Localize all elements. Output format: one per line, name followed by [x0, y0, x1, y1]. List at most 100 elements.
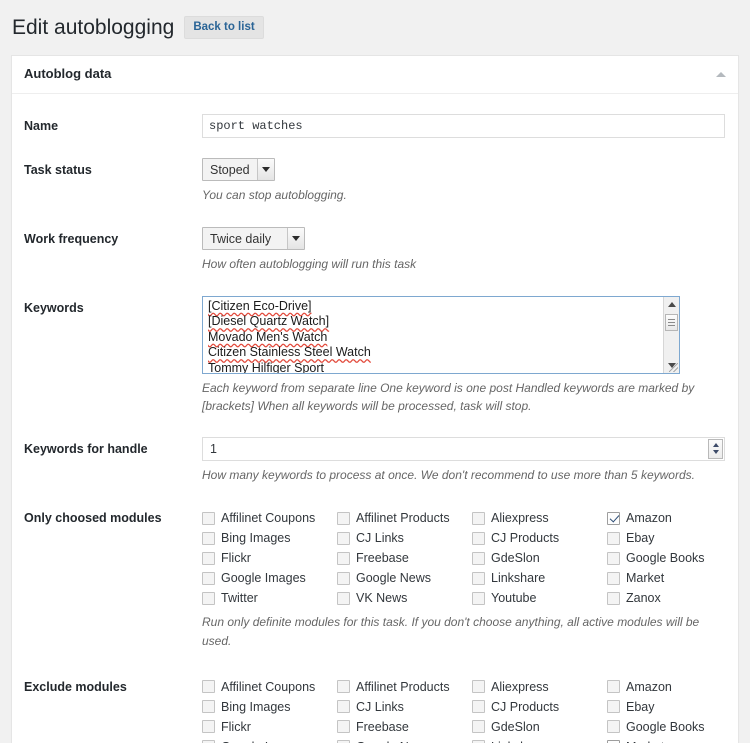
- label-task-status: Task status: [24, 163, 92, 178]
- checkbox-icon[interactable]: [472, 511, 485, 525]
- module-only-cj-products[interactable]: CJ Products: [472, 528, 607, 548]
- checkbox-icon[interactable]: [607, 571, 620, 585]
- module-label: Ebay: [626, 531, 655, 546]
- checkbox-icon[interactable]: [202, 531, 215, 545]
- checkbox-icon[interactable]: [202, 591, 215, 605]
- checkbox-icon[interactable]: [607, 700, 620, 714]
- module-exclude-cj-links[interactable]: CJ Links: [337, 697, 472, 717]
- checkbox-icon[interactable]: [337, 700, 350, 714]
- chevron-up-icon[interactable]: [712, 65, 730, 83]
- keywords-for-handle-input[interactable]: 1: [202, 436, 725, 461]
- checkbox-icon[interactable]: [607, 720, 620, 734]
- checkbox-icon[interactable]: [337, 571, 350, 585]
- checkbox-icon[interactable]: [202, 680, 215, 694]
- checkbox-icon[interactable]: [202, 511, 215, 525]
- module-only-google-books[interactable]: Google Books: [607, 548, 742, 568]
- module-only-flickr[interactable]: Flickr: [202, 548, 337, 568]
- checkbox-icon[interactable]: [472, 700, 485, 714]
- checkbox-icon[interactable]: [472, 551, 485, 565]
- checkbox-icon[interactable]: [607, 591, 620, 605]
- checkbox-icon[interactable]: [202, 551, 215, 565]
- module-only-zanox[interactable]: Zanox: [607, 588, 742, 608]
- number-stepper[interactable]: [708, 438, 723, 459]
- module-label: Twitter: [221, 591, 258, 606]
- module-label: CJ Products: [491, 531, 560, 546]
- checkbox-icon[interactable]: [472, 680, 485, 694]
- module-exclude-ebay[interactable]: Ebay: [607, 697, 742, 717]
- keywords-scrollbar[interactable]: [663, 296, 679, 373]
- work-frequency-select[interactable]: Twice daily: [202, 227, 305, 251]
- checkbox-icon[interactable]: [202, 571, 215, 585]
- keyword-line: [Citizen Eco-Drive]: [208, 298, 312, 313]
- back-to-list-button[interactable]: Back to list: [184, 15, 264, 40]
- name-input[interactable]: [202, 114, 725, 139]
- keywords-textarea[interactable]: [Citizen Eco-Drive] [Diesel Quartz Watch]…: [202, 295, 680, 374]
- module-only-vk-news[interactable]: VK News: [337, 588, 472, 608]
- resize-grip-icon[interactable]: [669, 362, 678, 372]
- panel-header[interactable]: Autoblog data: [12, 56, 738, 95]
- module-only-youtube[interactable]: Youtube: [472, 588, 607, 608]
- module-exclude-gdeslon[interactable]: GdeSlon: [472, 717, 607, 737]
- module-exclude-google-images[interactable]: Google Images: [202, 737, 337, 743]
- checkbox-icon[interactable]: [337, 720, 350, 734]
- module-only-affilinet-coupons[interactable]: Affilinet Coupons: [202, 508, 337, 528]
- checkbox-icon[interactable]: [337, 591, 350, 605]
- module-label: CJ Links: [356, 699, 404, 714]
- checkbox-icon[interactable]: [337, 511, 350, 525]
- module-only-market[interactable]: Market: [607, 568, 742, 588]
- module-only-freebase[interactable]: Freebase: [337, 548, 472, 568]
- module-exclude-google-books[interactable]: Google Books: [607, 717, 742, 737]
- module-only-bing-images[interactable]: Bing Images: [202, 528, 337, 548]
- module-label: Affilinet Products: [356, 679, 450, 694]
- module-only-google-images[interactable]: Google Images: [202, 568, 337, 588]
- module-only-cj-links[interactable]: CJ Links: [337, 528, 472, 548]
- checkbox-icon[interactable]: [607, 531, 620, 545]
- module-exclude-cj-products[interactable]: CJ Products: [472, 697, 607, 717]
- module-only-gdeslon[interactable]: GdeSlon: [472, 548, 607, 568]
- help-keywords-for-handle: How many keywords to process at once. We…: [202, 467, 695, 482]
- module-only-amazon[interactable]: Amazon: [607, 508, 742, 528]
- page-header: Edit autoblogging Back to list: [0, 0, 750, 56]
- module-only-aliexpress[interactable]: Aliexpress: [472, 508, 607, 528]
- module-label: Bing Images: [221, 531, 291, 546]
- module-label: Bing Images: [221, 699, 291, 714]
- module-exclude-amazon[interactable]: Amazon: [607, 677, 742, 697]
- module-only-ebay[interactable]: Ebay: [607, 528, 742, 548]
- checkbox-icon[interactable]: [472, 531, 485, 545]
- module-exclude-bing-images[interactable]: Bing Images: [202, 697, 337, 717]
- module-label: Affilinet Coupons: [221, 679, 316, 694]
- module-only-affilinet-products[interactable]: Affilinet Products: [337, 508, 472, 528]
- module-exclude-linkshare[interactable]: Linkshare: [472, 737, 607, 743]
- checkbox-icon[interactable]: [607, 551, 620, 565]
- module-label: CJ Links: [356, 531, 404, 546]
- help-keywords: Each keyword from separate line One keyw…: [202, 380, 695, 414]
- module-exclude-freebase[interactable]: Freebase: [337, 717, 472, 737]
- checkbox-icon[interactable]: [337, 680, 350, 694]
- stepper-up-icon[interactable]: [712, 443, 719, 448]
- checkbox-icon[interactable]: [337, 551, 350, 565]
- checkbox-icon[interactable]: [607, 680, 620, 694]
- scroll-up-icon[interactable]: [664, 296, 679, 312]
- stepper-down-icon[interactable]: [712, 450, 719, 455]
- checkbox-icon[interactable]: [472, 571, 485, 585]
- module-exclude-affilinet-coupons[interactable]: Affilinet Coupons: [202, 677, 337, 697]
- module-only-linkshare[interactable]: Linkshare: [472, 568, 607, 588]
- checkbox-icon[interactable]: [337, 531, 350, 545]
- module-exclude-affilinet-products[interactable]: Affilinet Products: [337, 677, 472, 697]
- module-only-google-news[interactable]: Google News: [337, 568, 472, 588]
- checkbox-icon[interactable]: [472, 720, 485, 734]
- scrollbar-thumb[interactable]: [665, 313, 678, 331]
- checkbox-icon[interactable]: [202, 700, 215, 714]
- checkbox-checked-icon[interactable]: [607, 511, 620, 525]
- checkbox-icon[interactable]: [472, 591, 485, 605]
- checkbox-icon[interactable]: [202, 720, 215, 734]
- module-only-twitter[interactable]: Twitter: [202, 588, 337, 608]
- module-exclude-aliexpress[interactable]: Aliexpress: [472, 677, 607, 697]
- task-status-select[interactable]: Stoped: [202, 158, 275, 182]
- page-title: Edit autoblogging: [12, 16, 175, 39]
- module-label: Market: [626, 571, 665, 586]
- module-exclude-flickr[interactable]: Flickr: [202, 717, 337, 737]
- module-exclude-market[interactable]: Market: [607, 737, 742, 743]
- module-exclude-google-news[interactable]: Google News: [337, 737, 472, 743]
- module-label: Affilinet Coupons: [221, 511, 316, 526]
